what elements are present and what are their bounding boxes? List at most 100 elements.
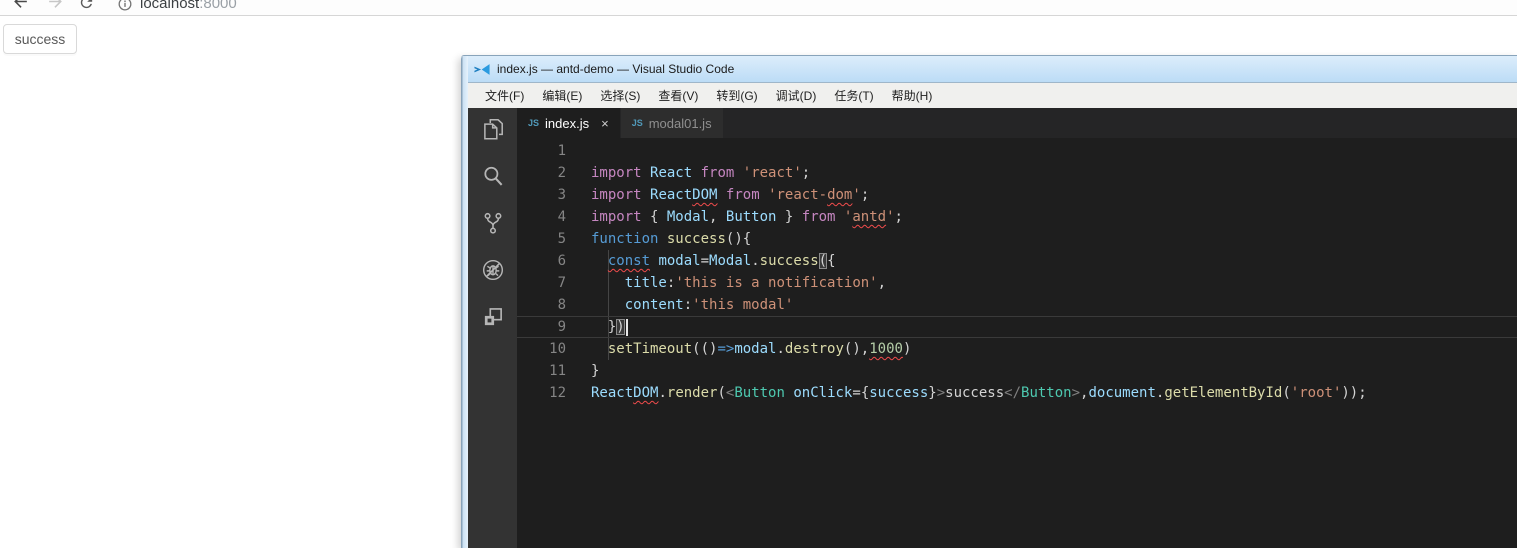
code-token: :: [683, 297, 693, 313]
extensions-activity-button[interactable]: [468, 296, 517, 343]
code-token: >: [1071, 385, 1081, 401]
code-text: title:'this is a notification',: [566, 272, 886, 294]
code-token: ((): [692, 341, 718, 357]
code-line[interactable]: 6 const modal=Modal.success({: [517, 250, 1517, 272]
code-line[interactable]: 7 title:'this is a notification',: [517, 272, 1517, 294]
vscode-main: JS index.js × JS modal01.js 1 2 import React f…: [468, 108, 1517, 548]
menu-item[interactable]: 文件(F): [476, 87, 533, 104]
tab-modal01.js[interactable]: JS modal01.js: [620, 108, 723, 138]
code-line[interactable]: 8 content:'this modal': [517, 294, 1517, 316]
bracket-match: ): [616, 319, 625, 335]
code-token: =: [700, 253, 710, 269]
code-token: {: [860, 385, 870, 401]
code-line[interactable]: 1: [517, 140, 1517, 162]
menu-item[interactable]: 帮助(H): [883, 87, 942, 104]
code-token: onClick: [793, 385, 853, 401]
line-number: 11: [549, 363, 566, 379]
reload-icon[interactable]: [78, 0, 95, 16]
code-token-squiggle: const: [607, 253, 651, 269]
code-token: (: [1282, 385, 1291, 401]
code-token: </: [1004, 385, 1022, 401]
code-token: ;: [860, 187, 870, 203]
code-text: setTimeout(()=>modal.destroy(),1000): [566, 338, 912, 360]
code-token: React: [650, 165, 693, 181]
code-text: import React from 'react';: [566, 162, 810, 184]
code-token: .: [776, 341, 785, 357]
explorer-activity-button[interactable]: [468, 108, 517, 155]
code-token: destroy: [784, 341, 844, 357]
code-token: }: [776, 209, 802, 225]
info-icon[interactable]: [118, 0, 132, 16]
code-token: ': [852, 187, 861, 203]
code-token: Modal: [666, 209, 710, 225]
code-token-squiggle: DOM: [633, 385, 659, 401]
menu-item[interactable]: 编辑(E): [533, 87, 591, 104]
code-token: }: [928, 385, 937, 401]
debug-icon: [480, 257, 506, 288]
code-line[interactable]: 12 ReactDOM.render(<Button onClick={succe…: [517, 382, 1517, 404]
activity-bar: [468, 108, 517, 548]
window-title: index.js — antd-demo — Visual Studio Cod…: [497, 62, 735, 76]
menu-item[interactable]: 查看(V): [649, 87, 707, 104]
code-line[interactable]: 2 import React from 'react';: [517, 162, 1517, 184]
code-editor[interactable]: 1 2 import React from 'react'; 3 import Reac…: [517, 138, 1517, 548]
code-line[interactable]: 3 import ReactDOM from 'react-dom';: [517, 184, 1517, 206]
address-bar-url[interactable]: localhost:8000: [140, 0, 237, 12]
extensions-icon: [480, 304, 506, 335]
code-token: 'root': [1290, 385, 1342, 401]
search-activity-button[interactable]: [468, 155, 517, 202]
code-line[interactable]: 4 import { Modal, Button } from 'antd';: [517, 206, 1517, 228]
back-icon[interactable]: [11, 0, 30, 16]
success-button[interactable]: success: [3, 24, 77, 54]
line-number: 9: [557, 319, 566, 335]
debug-activity-button[interactable]: [468, 249, 517, 296]
code-token: render: [666, 385, 718, 401]
tab-index.js[interactable]: JS index.js ×: [517, 108, 620, 138]
code-text: ReactDOM.render(<Button onClick={success…: [566, 382, 1367, 404]
forward-icon[interactable]: [46, 0, 65, 16]
code-token: content: [624, 297, 684, 313]
code-token: from: [725, 187, 760, 203]
code-token: 'react': [742, 165, 802, 181]
code-token: (){: [725, 231, 752, 247]
code-token: from: [700, 165, 735, 181]
code-token: success: [945, 385, 1005, 401]
close-tab-icon[interactable]: ×: [601, 116, 609, 131]
line-number: 12: [549, 385, 566, 401]
code-token: }: [591, 363, 600, 379]
tab-label: modal01.js: [648, 115, 712, 131]
code-line[interactable]: 11}: [517, 360, 1517, 382]
tab-label: index.js: [545, 115, 590, 131]
menu-item[interactable]: 选择(S): [591, 87, 649, 104]
vscode-menubar: 文件(F) 编辑(E) 选择(S) 查看(V) 转到(G) 调试(D) 任务(T) 帮助(H): [468, 83, 1517, 108]
editor-group: JS index.js × JS modal01.js 1 2 import React f…: [517, 108, 1517, 548]
code-token-squiggle: 1000: [869, 341, 903, 357]
source-control-activity-button[interactable]: [468, 202, 517, 249]
code-token: =: [852, 385, 861, 401]
menu-item[interactable]: 调试(D): [767, 87, 826, 104]
js-file-icon: JS: [631, 118, 643, 128]
window-content: index.js — antd-demo — Visual Studio Cod…: [468, 56, 1517, 548]
menu-item[interactable]: 任务(T): [825, 87, 882, 104]
code-text: import { Modal, Button } from 'antd';: [566, 206, 903, 228]
menu-item[interactable]: 转到(G): [707, 87, 766, 104]
code-token: document: [1088, 385, 1156, 401]
code-token: getElementById: [1164, 385, 1283, 401]
search-icon: [480, 163, 506, 194]
code-token: success: [666, 231, 726, 247]
code-token: success: [869, 385, 929, 401]
vscode-logo-icon: [474, 63, 490, 76]
code-line[interactable]: 5 function success(){: [517, 228, 1517, 250]
code-line[interactable]: 10 setTimeout(()=>modal.destroy(),1000): [517, 338, 1517, 360]
code-line[interactable]: 9 }): [517, 316, 1517, 338]
vscode-titlebar[interactable]: index.js — antd-demo — Visual Studio Cod…: [468, 56, 1517, 83]
browser-toolbar: localhost:8000: [0, 0, 1517, 16]
